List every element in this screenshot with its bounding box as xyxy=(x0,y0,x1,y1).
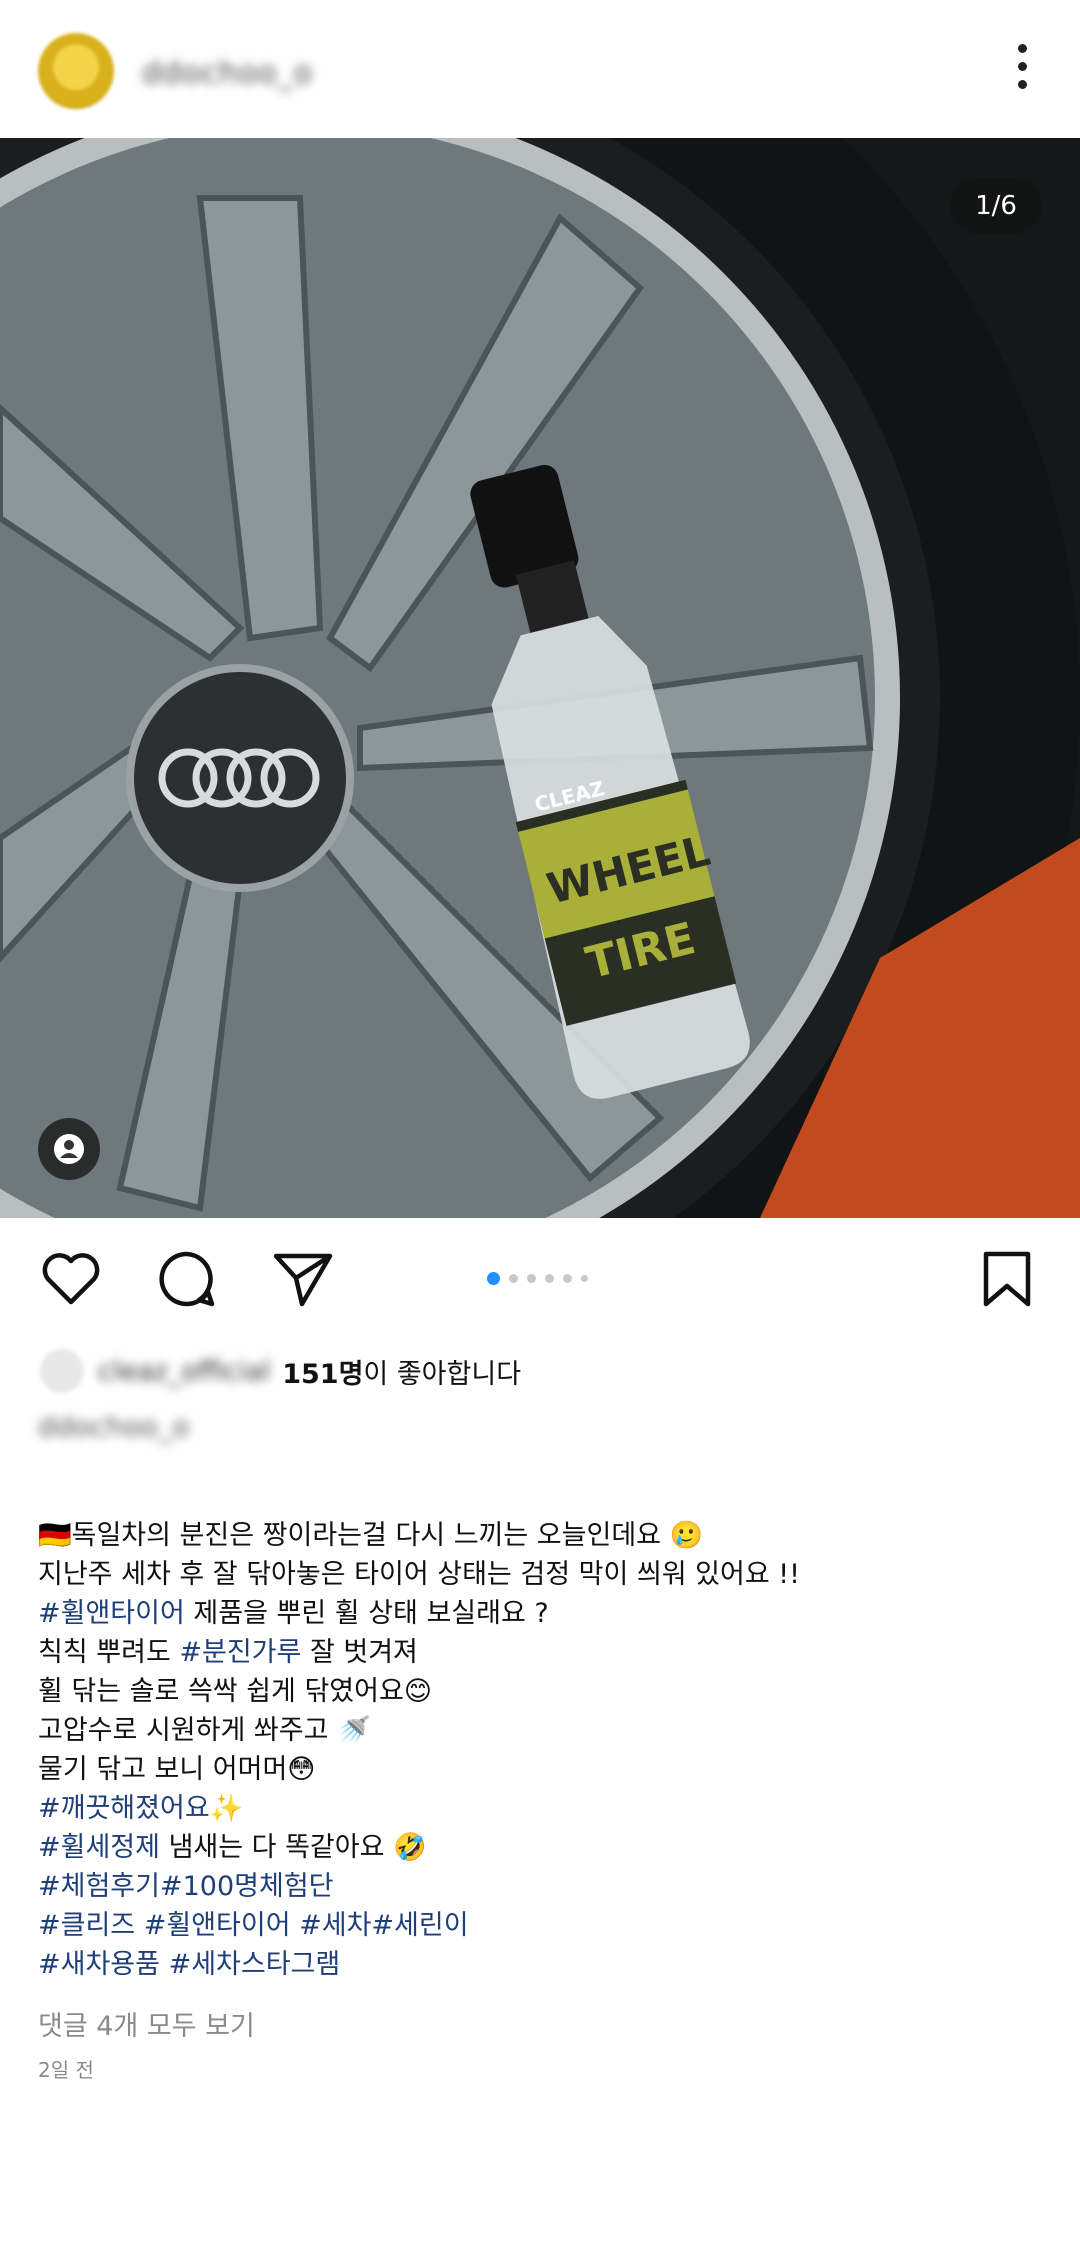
caption-line: 지난주 세차 후 잘 닦아놓은 타이어 상태는 검정 막이 씌워 있어요 !! xyxy=(38,1555,1048,1594)
hashtag-link[interactable]: #분진가루 xyxy=(179,1637,301,1668)
caption-segment: 잘 벗겨져 xyxy=(301,1637,418,1668)
comment-icon[interactable] xyxy=(156,1248,218,1310)
caption-line: #클리즈 #휠앤타이어 #세차#세린이 xyxy=(38,1906,1048,1945)
post-header: ddochoo_o xyxy=(0,0,1080,138)
send-icon[interactable] xyxy=(272,1248,334,1310)
hashtag-link[interactable]: #새차용품 #세차스타그램 xyxy=(38,1949,340,1980)
caption-line: #깨끗해졌어요✨ xyxy=(38,1789,1048,1828)
profile-avatar[interactable] xyxy=(38,33,114,109)
hashtag-link[interactable]: #클리즈 #휠앤타이어 #세차#세린이 xyxy=(38,1910,469,1941)
caption-segment: 고압수로 시원하게 쏴주고 🚿 xyxy=(38,1715,371,1746)
more-options-icon[interactable] xyxy=(998,44,1046,96)
caption-line: #새차용품 #세차스타그램 xyxy=(38,1945,1048,1984)
caption-segment: 지난주 세차 후 잘 닦아놓은 타이어 상태는 검정 막이 씌워 있어요 !! xyxy=(38,1559,800,1590)
carousel-dot xyxy=(545,1273,554,1283)
wheel-photo-illustration: WHEEL TIRE CLEAZ xyxy=(0,138,1080,1218)
caption-segment: ✨ xyxy=(209,1793,244,1824)
caption-line: #휠세정제 냄새는 다 똑같아요 🤣 xyxy=(38,1828,1048,1867)
caption-line: #휠앤타이어 제품을 뿌린 휠 상태 보실래요 ? xyxy=(38,1594,1048,1633)
likes-suffix: 이 좋아합니다 xyxy=(363,1358,522,1390)
carousel-dot xyxy=(563,1273,572,1283)
carousel-dot xyxy=(581,1274,588,1282)
bookmark-icon[interactable] xyxy=(976,1248,1038,1310)
caption-line: 🇩🇪독일차의 분진은 짱이라는걸 다시 느끼는 오늘인데요 🥲 xyxy=(38,1516,1048,1555)
hashtag-link[interactable]: #체험후기#100명체험단 xyxy=(38,1871,334,1902)
caption-segment: 휠 닦는 솔로 쓱싹 쉽게 닦였어요😊 xyxy=(38,1676,432,1707)
caption-line: 물기 닦고 보니 어머머😳 xyxy=(38,1750,1048,1789)
caption-segment: 칙칙 뿌려도 xyxy=(38,1637,180,1668)
caption-username[interactable]: ddochoo_o xyxy=(38,1410,189,1443)
hashtag-link[interactable]: #휠세정제 xyxy=(38,1832,160,1863)
carousel-indicator xyxy=(487,1271,588,1285)
like-count: 151명 xyxy=(282,1358,364,1390)
hashtag-link[interactable]: #깨끗해졌어요 xyxy=(38,1793,210,1824)
caption-segment: 물기 닦고 보니 어머머😳 xyxy=(38,1754,316,1785)
view-comments-link[interactable]: 댓글 4개 모두 보기 xyxy=(38,2004,255,2043)
post-image[interactable]: WHEEL TIRE CLEAZ 1/6 xyxy=(0,138,1080,1218)
action-bar xyxy=(0,1218,1080,1338)
liker-name[interactable]: cleaz_official xyxy=(98,1356,270,1387)
caption-text: 🇩🇪독일차의 분진은 짱이라는걸 다시 느끼는 오늘인데요 🥲 지난주 세차 후 … xyxy=(38,1516,1048,1984)
hashtag-link[interactable]: #휠앤타이어 xyxy=(38,1598,185,1629)
caption-line: 고압수로 시원하게 쏴주고 🚿 xyxy=(38,1711,1048,1750)
carousel-dot xyxy=(509,1273,518,1283)
carousel-dot xyxy=(487,1271,500,1285)
caption-line: 휠 닦는 솔로 쓱싹 쉽게 닦였어요😊 xyxy=(38,1672,1048,1711)
caption-line: #체험후기#100명체험단 xyxy=(38,1867,1048,1906)
caption-segment: 제품을 뿌린 휠 상태 보실래요 ? xyxy=(184,1598,549,1629)
person-tag-icon[interactable] xyxy=(38,1118,100,1180)
post-timestamp: 2일 전 xyxy=(38,2058,94,2082)
carousel-counter: 1/6 xyxy=(950,178,1042,234)
heart-icon[interactable] xyxy=(40,1248,102,1310)
likes-line[interactable]: cleaz_official 151명 이 좋아합니다 xyxy=(40,1349,521,1393)
carousel-dot xyxy=(527,1273,536,1283)
caption-line: 칙칙 뿌려도 #분진가루 잘 벗겨져 xyxy=(38,1633,1048,1672)
liker-avatar xyxy=(40,1349,84,1393)
caption-segment: 🇩🇪독일차의 분진은 짱이라는걸 다시 느끼는 오늘인데요 🥲 xyxy=(38,1520,704,1551)
caption-segment: 냄새는 다 똑같아요 🤣 xyxy=(159,1832,427,1863)
post-username[interactable]: ddochoo_o xyxy=(142,56,313,91)
